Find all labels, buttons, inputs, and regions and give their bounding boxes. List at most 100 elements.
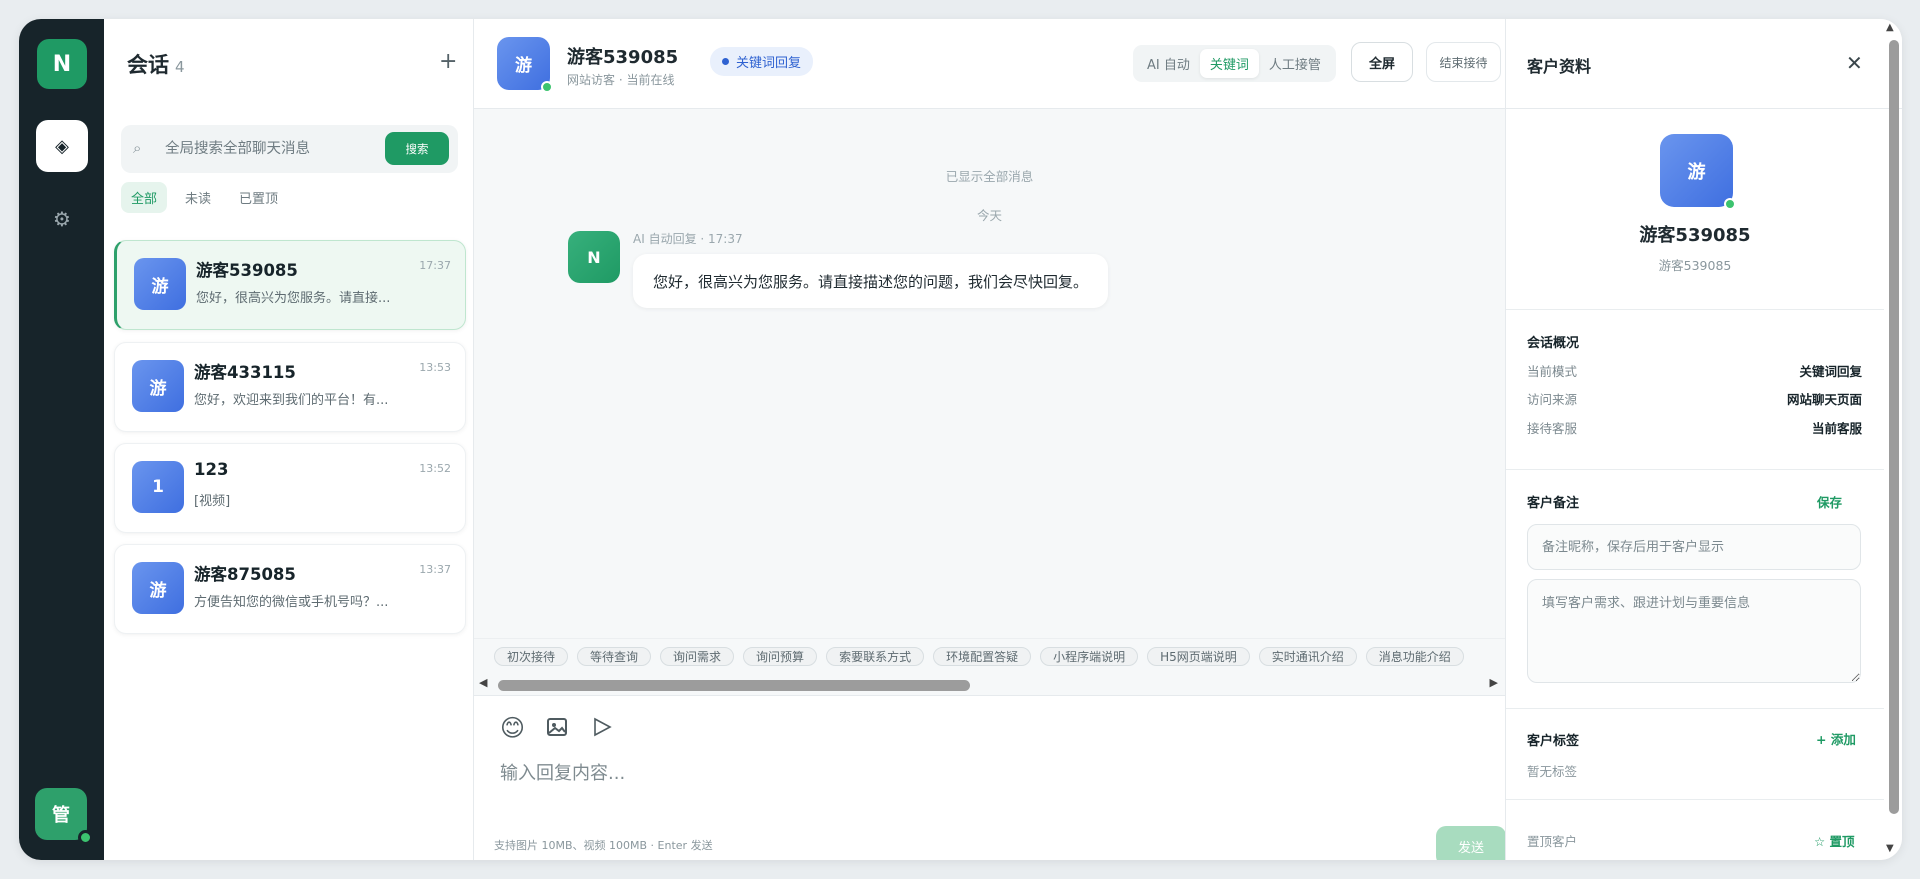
conversation-avatar: 游 (132, 360, 184, 412)
quick-reply-chip[interactable]: 询问需求 (660, 647, 735, 666)
image-upload-icon[interactable] (546, 716, 568, 744)
filter-all[interactable]: 全部 (121, 182, 168, 213)
notes-title: 客户备注 (1527, 496, 1580, 511)
conversations-nav-icon[interactable]: ◈ (36, 120, 88, 172)
quick-reply-chip[interactable]: 小程序端说明 (1040, 647, 1139, 666)
pin-customer-button[interactable]: ☆ 置顶 (1814, 831, 1855, 850)
save-notes-button[interactable]: 保存 (1817, 492, 1842, 511)
conversation-avatar: 1 (132, 461, 184, 513)
conversation-name: 游客539085 (196, 261, 298, 280)
conversation-item[interactable]: 游 游客539085 17:37 您好，很高兴为您服务。请直接... (114, 240, 466, 330)
profile-avatar-label: 游 (1687, 161, 1706, 183)
overview-label: 访问来源 (1527, 392, 1578, 407)
admin-avatar-label: 管 (52, 805, 70, 826)
quick-reply-chip[interactable]: 询问预算 (743, 647, 818, 666)
overview-label: 接待客服 (1527, 421, 1578, 436)
quick-reply-chip[interactable]: 初次接待 (494, 647, 569, 666)
overview-title: 会话概况 (1527, 336, 1580, 351)
conversation-time: 13:37 (419, 563, 451, 576)
conversation-avatar: 游 (132, 562, 184, 614)
quick-reply-chip[interactable]: 等待查询 (577, 647, 652, 666)
all-messages-shown-note: 已显示全部消息 (945, 169, 1034, 184)
reply-input[interactable] (500, 758, 1400, 788)
quick-reply-chip[interactable]: 索要联系方式 (826, 647, 925, 666)
divider (1506, 708, 1884, 709)
nav-rail: N ◈ ⚙ 管 (19, 19, 104, 860)
chat-panel: 游 游客539085 网站访客 · 当前在线 关键词回复 AI 自动 关键词 人… (474, 19, 1506, 860)
overview-value: 网站聊天页面 (1786, 392, 1862, 407)
end-session-button[interactable]: 结束接待 (1426, 42, 1501, 82)
conversation-preview: 方便告知您的微信或手机号吗？... (194, 595, 389, 610)
search-button[interactable]: 搜索 (385, 132, 449, 165)
conversation-preview: 您好，很高兴为您服务。请直接... (196, 291, 391, 306)
chat-customer-name: 游客539085 (567, 47, 679, 68)
conversation-item[interactable]: 游 游客875085 13:37 方便告知您的微信或手机号吗？... (114, 544, 466, 634)
reply-mode-switch: AI 自动 关键词 人工接管 (1133, 45, 1336, 82)
chat-customer-status: 网站访客 · 当前在线 (567, 73, 675, 87)
agent-avatar: N (568, 231, 620, 283)
upload-hint: 支持图片 10MB、视频 100MB · Enter 发送 (494, 839, 713, 852)
divider (1506, 309, 1884, 310)
conversation-time: 13:52 (419, 462, 451, 475)
quick-reply-chip[interactable]: 实时通讯介绍 (1258, 647, 1357, 666)
conversation-name: 123 (194, 460, 229, 479)
quick-reply-chip[interactable]: H5网页端说明 (1147, 647, 1250, 666)
vertical-scrollbar[interactable] (1888, 40, 1900, 821)
add-conversation-icon[interactable]: + (439, 49, 457, 74)
quick-reply-chip[interactable]: 环境配置答疑 (933, 647, 1032, 666)
scroll-left-arrow-icon[interactable]: ◀ (479, 676, 487, 689)
conversation-time: 13:53 (419, 361, 451, 374)
scroll-down-arrow-icon[interactable]: ▼ (1886, 843, 1894, 854)
search-input[interactable] (165, 137, 365, 161)
filter-pinned[interactable]: 已置顶 (229, 182, 288, 213)
conversation-filters: 全部 未读 已置顶 (121, 182, 288, 213)
app-window: N ◈ ⚙ 管 会话 4 + ⌕ 搜索 全部 未读 已置顶 游 游客539085 … (19, 19, 1902, 860)
mode-manual[interactable]: 人工接管 (1259, 49, 1331, 78)
close-icon[interactable]: ✕ (1846, 51, 1863, 75)
mode-ai-auto[interactable]: AI 自动 (1137, 49, 1200, 78)
conversation-item[interactable]: 游 游客433115 13:53 您好，欢迎来到我们的平台！有... (114, 342, 466, 432)
scroll-up-arrow-icon[interactable]: ▲ (1886, 22, 1894, 33)
profile-id: 游客539085 (1658, 258, 1732, 273)
panel-title-text: 会话 (127, 53, 169, 77)
pin-label: 置顶客户 (1527, 834, 1578, 849)
quick-reply-chip[interactable]: 消息功能介绍 (1365, 647, 1464, 666)
quick-replies-bar: 初次接待 等待查询 询问需求 询问预算 索要联系方式 环境配置答疑 小程序端说明… (474, 638, 1505, 695)
online-status-dot (78, 830, 93, 845)
brand-logo: N (37, 39, 87, 89)
online-status-dot (541, 81, 553, 93)
vertical-scrollbar-thumb[interactable] (1889, 40, 1899, 814)
profile-title: 客户资料 (1527, 57, 1592, 76)
mode-badge-label: 关键词回复 (736, 56, 802, 71)
horizontal-scrollbar-thumb[interactable] (498, 680, 970, 691)
tags-title: 客户标签 (1527, 734, 1580, 749)
emoji-icon[interactable]: 😊 (500, 714, 525, 742)
notes-field[interactable] (1527, 579, 1861, 683)
message-composer: 😊 支持图片 10MB、视频 100MB · Enter 发送 发送 (474, 695, 1506, 860)
send-button[interactable]: 发送 (1436, 826, 1506, 860)
conversation-item[interactable]: 1 123 13:52 [视频] (114, 443, 466, 533)
divider (1506, 469, 1884, 470)
profile-avatar: 游 (1660, 134, 1736, 210)
mode-keyword[interactable]: 关键词 (1199, 49, 1259, 78)
profile-name: 游客539085 (1639, 225, 1751, 246)
message-bubble: 您好，很高兴为您服务。请直接描述您的问题，我们会尽快回复。 (633, 254, 1109, 308)
online-status-dot (1724, 198, 1736, 210)
admin-avatar[interactable]: 管 (35, 788, 93, 845)
nickname-field[interactable] (1527, 524, 1861, 570)
scroll-right-arrow-icon[interactable]: ▶ (1490, 676, 1498, 689)
mode-badge-dot (722, 58, 729, 65)
video-upload-icon[interactable] (591, 716, 613, 744)
settings-icon[interactable]: ⚙ (36, 193, 88, 245)
overview-value: 当前客服 (1811, 421, 1862, 436)
conversation-preview: [视频] (194, 494, 231, 509)
fullscreen-button[interactable]: 全屏 (1351, 42, 1413, 82)
chat-avatar-label: 游 (515, 56, 532, 76)
search-icon: ⌕ (133, 139, 142, 157)
conversation-name: 游客433115 (194, 363, 296, 382)
overview-label: 当前模式 (1527, 364, 1578, 379)
filter-unread[interactable]: 未读 (175, 182, 221, 213)
add-tag-button[interactable]: + 添加 (1816, 729, 1856, 748)
conversation-preview: 您好，欢迎来到我们的平台！有... (194, 393, 389, 408)
mode-badge: 关键词回复 (710, 47, 814, 76)
